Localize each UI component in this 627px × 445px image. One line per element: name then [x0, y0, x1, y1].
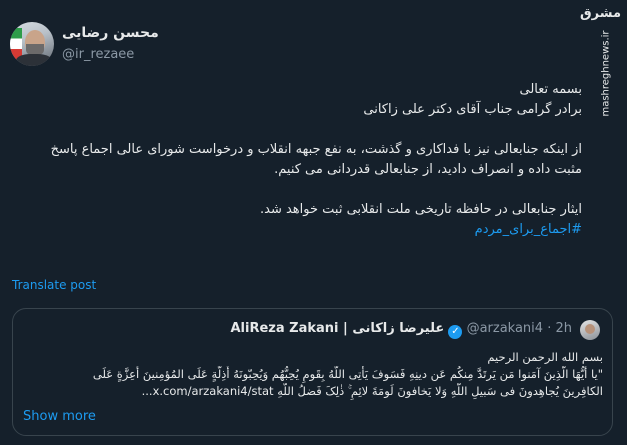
quoted-tweet-header: AliReza Zakani | علیرضا زاکانی ✓ @arzaka… — [230, 321, 572, 339]
show-more-link[interactable]: Show more — [23, 409, 96, 424]
author-avatar[interactable] — [10, 22, 54, 66]
quoted-tweet-text: بسم الله الرحمن الرحیم "یا أَیُّهَا الَّ… — [23, 349, 603, 400]
author-display-name[interactable]: محسن رضایی — [62, 25, 159, 41]
quoted-line: "یا أَیُّهَا الَّذِینَ آمَنوا مَن یَرتَد… — [92, 367, 603, 381]
tweet-text: بسمه تعالی برادر گرامی جناب آقای دکتر عل… — [12, 80, 582, 240]
quoted-line: الکافِرینَ یُجاهِدونَ فی سَبیلِ اللَّهِ … — [141, 384, 603, 398]
watermark-site: mashreghnews.ir — [600, 30, 612, 117]
verified-badge-icon: ✓ — [448, 325, 463, 339]
watermark-logo: مشرق — [580, 6, 621, 21]
tweet-line: از اینکه جنابعالی نیز با فداکاری و گذشت،… — [50, 142, 582, 157]
quoted-timestamp: 2h — [555, 321, 572, 336]
separator-dot: · — [547, 321, 552, 336]
quoted-line: بسم الله الرحمن الرحیم — [487, 350, 603, 364]
watermark: مشرق mashreghnews.ir — [580, 6, 623, 124]
quoted-author-name-fa: علیرضا زاکانی — [352, 321, 445, 336]
name-separator: | — [338, 321, 353, 336]
hashtag-link[interactable]: #اجماع_برای_مردم — [475, 222, 582, 237]
quoted-author-name-en: AliReza Zakani — [230, 321, 339, 336]
tweet-line: برادر گرامی جناب آقای دکتر علی زاکانی — [363, 102, 582, 117]
translate-post-link[interactable]: Translate post — [12, 278, 96, 292]
quoted-author-handle: @arzakani4 — [466, 321, 544, 336]
author-handle[interactable]: @ir_rezaee — [62, 47, 134, 62]
tweet-line: مثبت داده و انصراف دادید، از جنابعالی قد… — [274, 162, 582, 177]
tweet-line: بسمه تعالی — [519, 82, 582, 97]
quoted-author-avatar — [580, 320, 600, 340]
tweet-line: ایثار جنابعالی در حافظه تاریخی ملت انقلا… — [259, 202, 582, 217]
quoted-tweet[interactable]: AliReza Zakani | علیرضا زاکانی ✓ @arzaka… — [12, 308, 613, 436]
